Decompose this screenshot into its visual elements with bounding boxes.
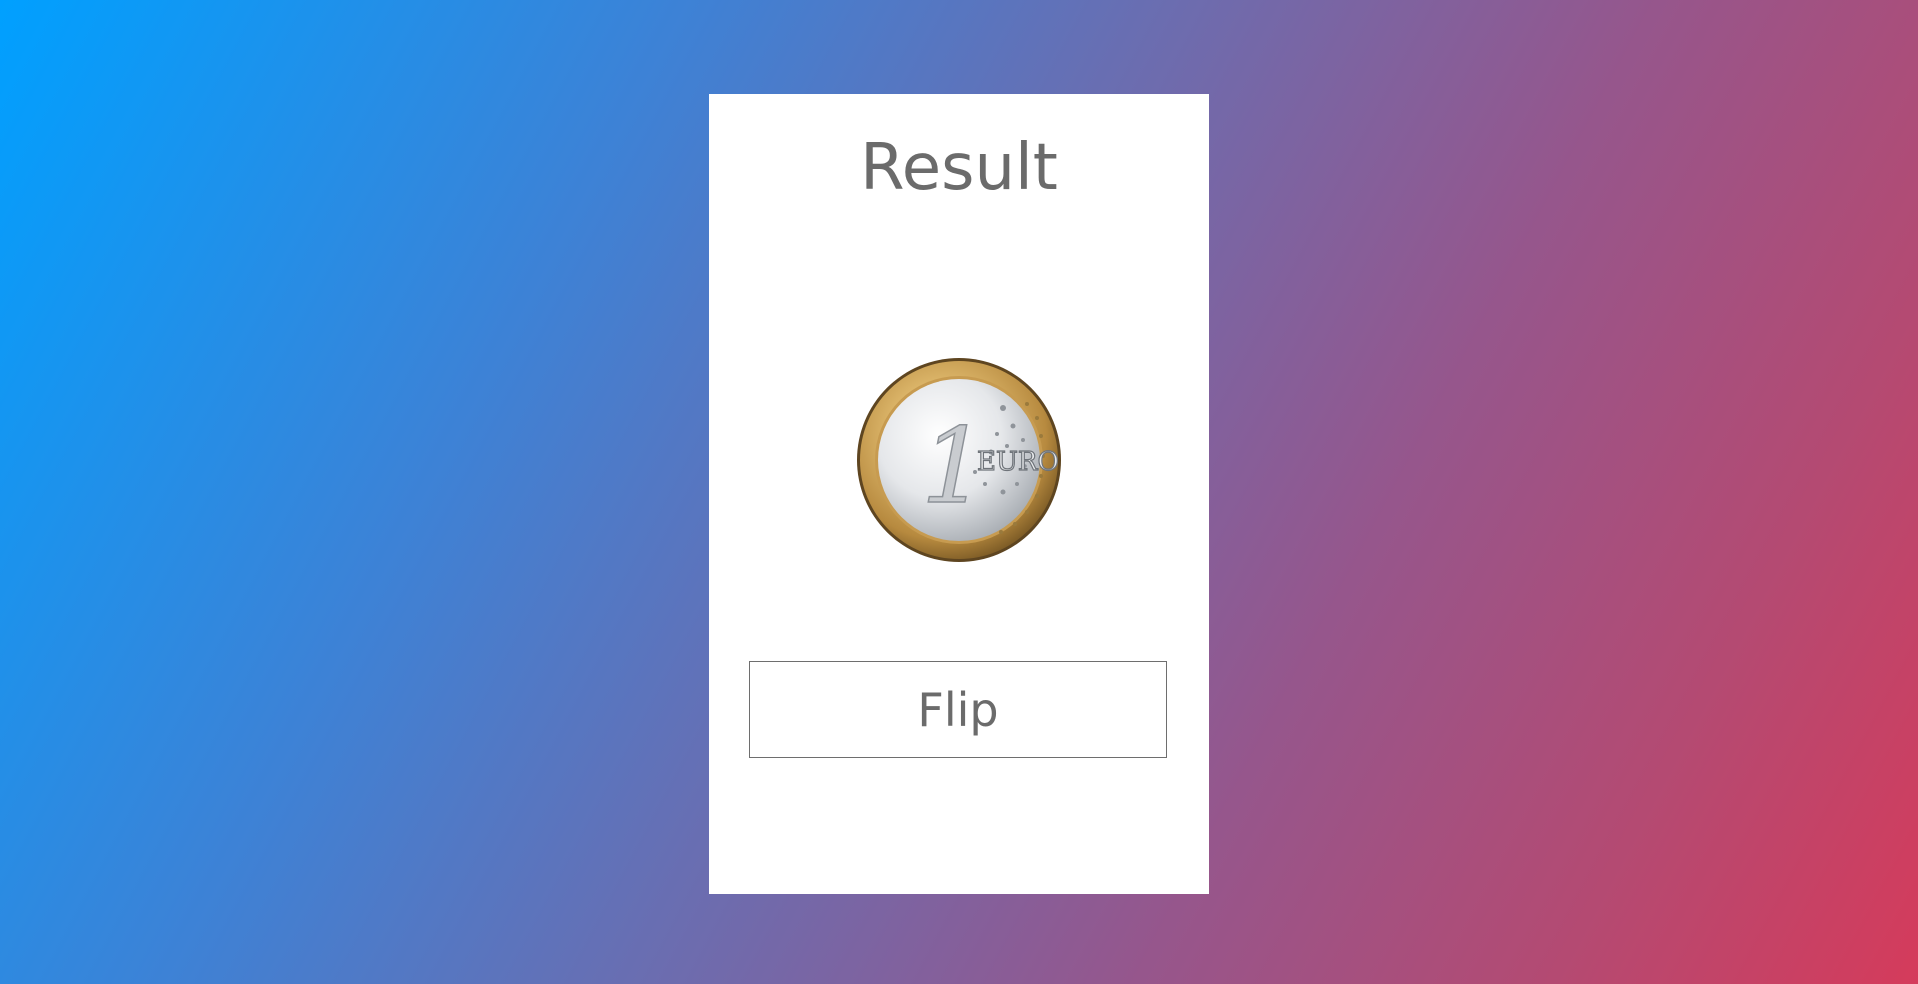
one-euro-coin-icon: 1 EURO: [855, 356, 1063, 564]
flip-button[interactable]: Flip: [749, 661, 1167, 758]
result-title: Result: [860, 131, 1058, 205]
svg-text:EURO: EURO: [977, 447, 1059, 477]
app-background: Result 1 EURO Flip: [0, 0, 1918, 984]
result-card: Result 1 EURO Flip: [709, 94, 1209, 894]
